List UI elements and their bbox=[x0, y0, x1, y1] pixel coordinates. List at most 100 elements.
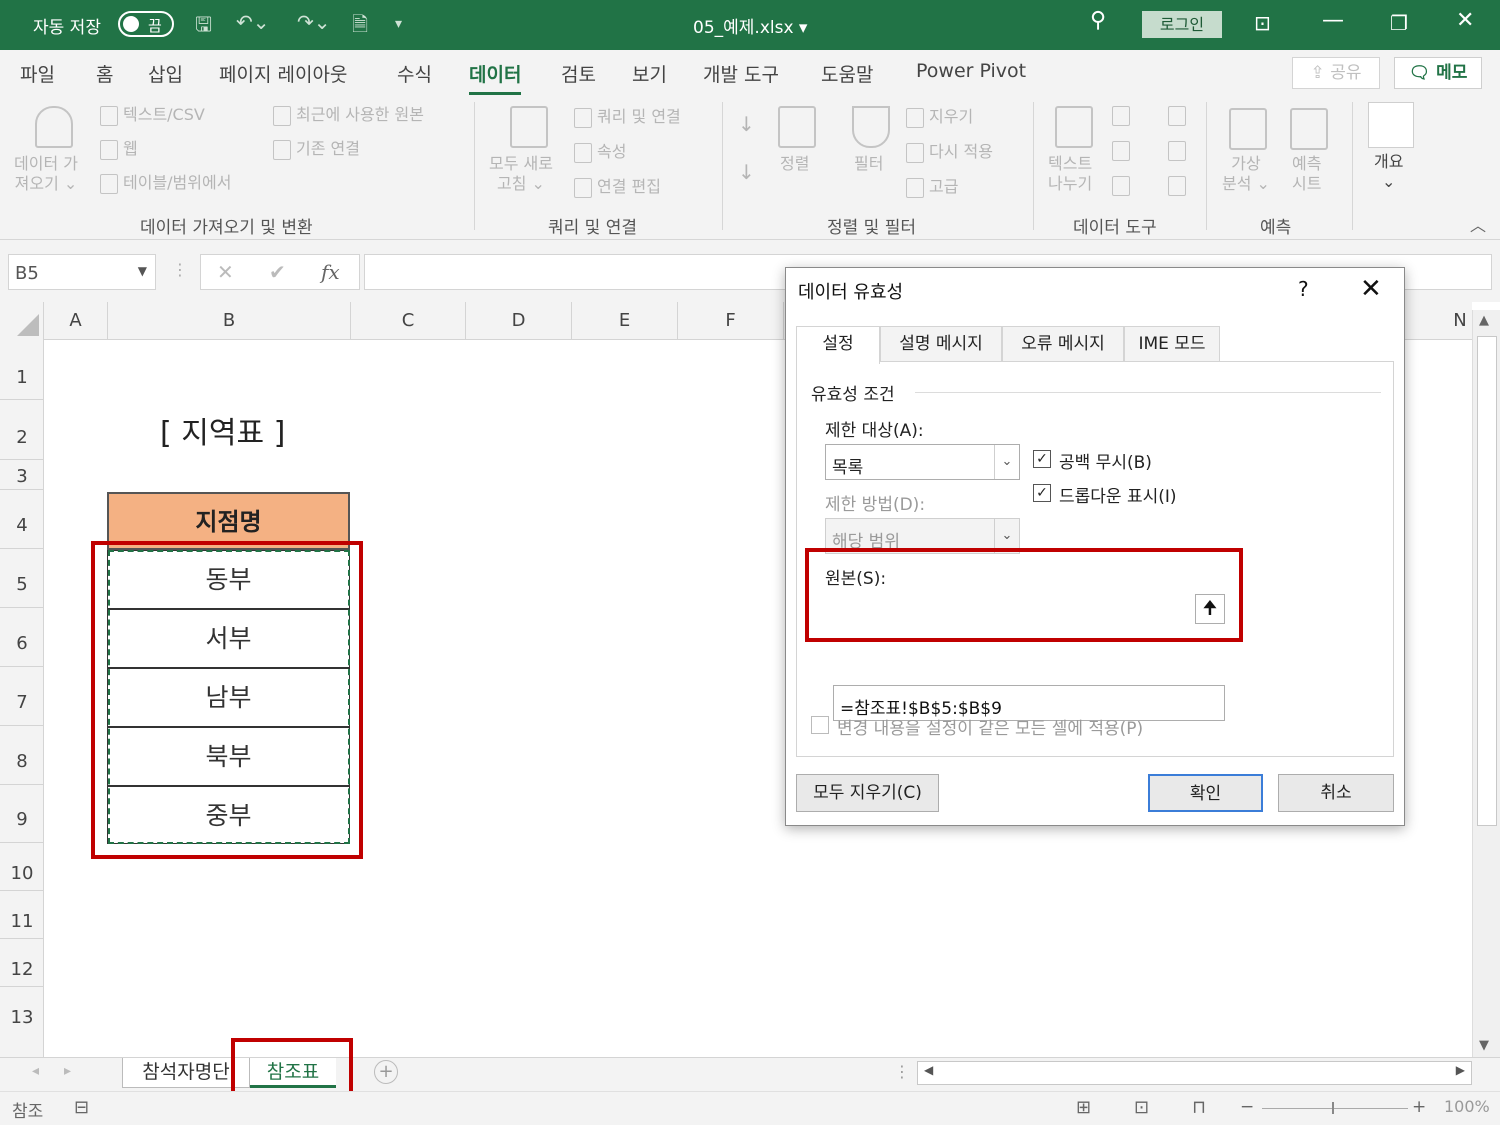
column-header-b[interactable]: B bbox=[108, 302, 351, 340]
sheet-title[interactable]: [ 지역표 ] bbox=[160, 408, 285, 452]
zoom-slider-thumb[interactable] bbox=[1332, 1102, 1334, 1114]
what-if-button[interactable]: 가상 분석 ⌄ bbox=[1222, 154, 1270, 194]
outline-button[interactable]: 개요 ⌄ bbox=[1374, 152, 1403, 192]
close-icon[interactable]: ✕ bbox=[1456, 8, 1474, 33]
cancel-button[interactable]: 취소 bbox=[1278, 774, 1394, 812]
forecast-sheet-button[interactable]: 예측 시트 bbox=[1292, 154, 1321, 194]
horizontal-scrollbar[interactable]: ◀ ▶ bbox=[917, 1061, 1472, 1085]
zoom-in-icon[interactable]: + bbox=[1412, 1097, 1426, 1117]
insert-function-icon[interactable]: fx bbox=[321, 260, 340, 284]
remove-duplicates-icon[interactable] bbox=[1112, 141, 1130, 161]
page-layout-view-icon[interactable]: ⊡ bbox=[1134, 1097, 1149, 1118]
tab-developer[interactable]: 개발 도구 bbox=[703, 60, 779, 87]
scroll-left-icon[interactable]: ◀ bbox=[924, 1063, 933, 1077]
tab-review[interactable]: 검토 bbox=[561, 60, 596, 87]
save-icon[interactable]: 🖫 bbox=[195, 10, 212, 44]
tab-insert[interactable]: 삽입 bbox=[148, 60, 183, 87]
row-header-8[interactable]: 8 bbox=[0, 726, 44, 785]
allow-select[interactable]: 목록 ⌄ bbox=[825, 444, 1020, 480]
row-header-13[interactable]: 13 bbox=[0, 987, 44, 1035]
confirm-entry-icon[interactable]: ✔ bbox=[269, 260, 286, 284]
advanced-button[interactable]: 고급 bbox=[906, 177, 958, 198]
cancel-entry-icon[interactable]: ✕ bbox=[217, 260, 234, 284]
tab-home[interactable]: 홈 bbox=[96, 60, 113, 87]
sort-button[interactable]: 정렬 bbox=[780, 154, 809, 174]
properties-button[interactable]: 속성 bbox=[574, 142, 626, 163]
share-button[interactable]: ⇪ 공유 bbox=[1292, 57, 1380, 89]
collapse-ribbon-icon[interactable]: ︿ bbox=[1470, 216, 1486, 236]
dropdown-checkbox[interactable]: ✓ bbox=[1033, 484, 1051, 502]
tab-file[interactable]: 파일 bbox=[20, 60, 55, 87]
reapply-button[interactable]: 다시 적용 bbox=[906, 142, 993, 163]
clear-button[interactable]: 지우기 bbox=[906, 107, 973, 128]
table-range-button[interactable]: 테이블/범위에서 bbox=[100, 173, 231, 194]
tab-settings[interactable]: 설정 bbox=[796, 326, 880, 364]
row-header-2[interactable]: 2 bbox=[0, 400, 44, 460]
edit-links-button[interactable]: 연결 편집 bbox=[574, 177, 661, 198]
tab-error-alert[interactable]: 오류 메시지 bbox=[1002, 326, 1124, 362]
memo-button[interactable]: 🗨 메모 bbox=[1394, 57, 1482, 89]
normal-view-icon[interactable]: ⊞ bbox=[1076, 1097, 1091, 1118]
scroll-down-icon[interactable]: ▼ bbox=[1479, 1038, 1489, 1053]
restore-icon[interactable]: ❐ bbox=[1390, 11, 1408, 35]
tab-formulas[interactable]: 수식 bbox=[397, 60, 432, 87]
name-box[interactable]: B5 ▼ bbox=[8, 254, 156, 290]
scroll-thumb[interactable] bbox=[1477, 336, 1497, 826]
zoom-out-icon[interactable]: − bbox=[1240, 1097, 1254, 1117]
ribbon-display-icon[interactable]: ⊡ bbox=[1254, 11, 1271, 35]
search-icon[interactable]: ⚲ bbox=[1090, 8, 1106, 33]
row-header-3[interactable]: 3 bbox=[0, 460, 44, 490]
relationships-icon[interactable] bbox=[1168, 141, 1186, 161]
row-header-6[interactable]: 6 bbox=[0, 608, 44, 667]
row-header-11[interactable]: 11 bbox=[0, 891, 44, 939]
sort-desc-icon[interactable]: ↓ bbox=[738, 162, 755, 182]
row-header-9[interactable]: 9 bbox=[0, 785, 44, 843]
column-header-e[interactable]: E bbox=[572, 302, 678, 340]
tab-input-message[interactable]: 설명 메시지 bbox=[880, 326, 1002, 362]
autosave-toggle[interactable]: 끔 bbox=[118, 11, 174, 37]
filter-button[interactable]: 필터 bbox=[854, 154, 883, 174]
queries-connections-button[interactable]: 쿼리 및 연결 bbox=[574, 107, 681, 128]
minimize-icon[interactable]: — bbox=[1322, 8, 1344, 33]
data-validation-icon[interactable] bbox=[1112, 176, 1130, 196]
consolidate-icon[interactable] bbox=[1168, 106, 1186, 126]
text-to-columns-button[interactable]: 텍스트 나누기 bbox=[1048, 154, 1092, 194]
get-data-button[interactable]: 데이터 가 져오기 ⌄ bbox=[14, 154, 78, 194]
login-button[interactable]: 로그인 bbox=[1142, 11, 1222, 38]
help-icon[interactable]: ? bbox=[1298, 277, 1309, 301]
flash-fill-icon[interactable] bbox=[1112, 106, 1130, 126]
data-model-icon[interactable] bbox=[1168, 176, 1186, 196]
existing-connections-button[interactable]: 기존 연결 bbox=[273, 139, 360, 160]
tab-help[interactable]: 도움말 bbox=[821, 60, 873, 87]
splitter-handle-icon[interactable]: ⋮ bbox=[894, 1062, 910, 1081]
tab-page-layout[interactable]: 페이지 레이아웃 bbox=[219, 60, 347, 87]
column-header-d[interactable]: D bbox=[466, 302, 572, 340]
row-header-10[interactable]: 10 bbox=[0, 843, 44, 891]
print-preview-icon[interactable]: 🗎 bbox=[352, 10, 368, 44]
column-header-c[interactable]: C bbox=[351, 302, 466, 340]
ok-button[interactable]: 확인 bbox=[1148, 774, 1263, 812]
customize-toolbar-icon[interactable]: ▾ bbox=[395, 16, 402, 32]
row-header-12[interactable]: 12 bbox=[0, 939, 44, 987]
clear-all-button[interactable]: 모두 지우기(C) bbox=[796, 774, 939, 812]
tab-view[interactable]: 보기 bbox=[632, 60, 667, 87]
page-break-view-icon[interactable]: ⊓ bbox=[1192, 1097, 1206, 1118]
next-sheet-icon[interactable]: ▸ bbox=[64, 1063, 71, 1079]
refresh-all-button[interactable]: 모두 새로 고침 ⌄ bbox=[489, 154, 553, 194]
web-button[interactable]: 웹 bbox=[100, 139, 138, 160]
sort-asc-icon[interactable]: ↓ bbox=[738, 114, 755, 134]
drag-handle-icon[interactable]: ⋮ bbox=[172, 260, 188, 279]
ignore-blank-checkbox[interactable]: ✓ bbox=[1033, 450, 1051, 468]
text-csv-button[interactable]: 텍스트/CSV bbox=[100, 105, 205, 126]
row-header-7[interactable]: 7 bbox=[0, 667, 44, 726]
scroll-up-icon[interactable]: ▲ bbox=[1479, 313, 1489, 328]
row-header-4[interactable]: 4 bbox=[0, 490, 44, 549]
redo-icon[interactable]: ↷⌄ bbox=[297, 10, 331, 34]
row-header-5[interactable]: 5 bbox=[0, 549, 44, 608]
row-header-1[interactable]: 1 bbox=[0, 340, 44, 400]
column-header-a[interactable]: A bbox=[44, 302, 108, 340]
recent-sources-button[interactable]: 최근에 사용한 원본 bbox=[273, 105, 424, 126]
prev-sheet-icon[interactable]: ◂ bbox=[32, 1063, 39, 1079]
zoom-slider[interactable] bbox=[1262, 1108, 1408, 1109]
accessibility-icon[interactable]: ⊟ bbox=[74, 1097, 89, 1118]
